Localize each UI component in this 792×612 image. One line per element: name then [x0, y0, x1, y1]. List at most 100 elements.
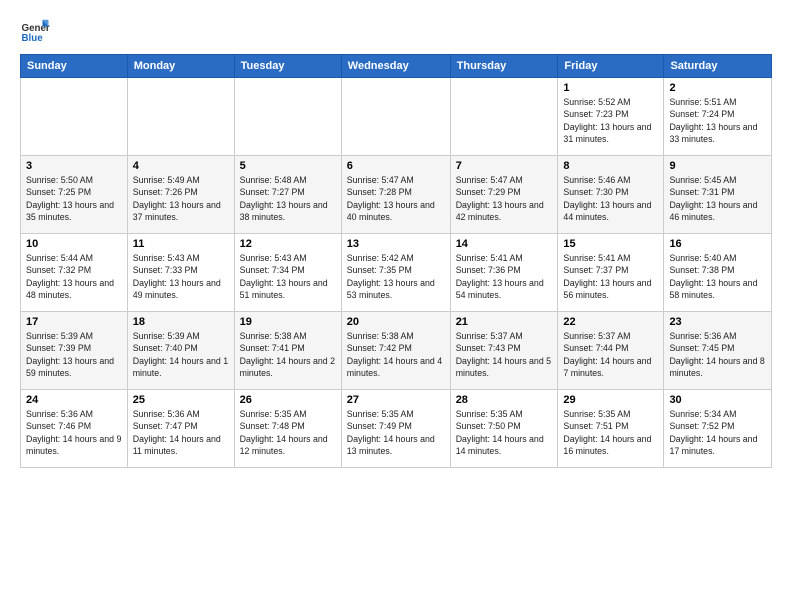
page: General Blue SundayMondayTuesdayWednesda… [0, 0, 792, 612]
calendar-cell: 25 Sunrise: 5:36 AMSunset: 7:47 PMDayligh… [127, 390, 234, 468]
col-header-monday: Monday [127, 55, 234, 78]
day-number: 8 [563, 160, 658, 172]
day-info: Sunrise: 5:36 AMSunset: 7:46 PMDaylight:… [26, 408, 122, 457]
calendar-cell: 16 Sunrise: 5:40 AMSunset: 7:38 PMDayligh… [664, 234, 772, 312]
col-header-tuesday: Tuesday [234, 55, 341, 78]
day-number: 30 [669, 394, 766, 406]
day-number: 25 [133, 394, 229, 406]
day-info: Sunrise: 5:35 AMSunset: 7:50 PMDaylight:… [456, 408, 553, 457]
calendar-cell: 4 Sunrise: 5:49 AMSunset: 7:26 PMDaylight… [127, 156, 234, 234]
day-number: 26 [240, 394, 336, 406]
day-number: 23 [669, 316, 766, 328]
day-info: Sunrise: 5:50 AMSunset: 7:25 PMDaylight:… [26, 174, 122, 223]
calendar-cell: 28 Sunrise: 5:35 AMSunset: 7:50 PMDayligh… [450, 390, 558, 468]
calendar-cell [450, 78, 558, 156]
calendar-cell: 24 Sunrise: 5:36 AMSunset: 7:46 PMDayligh… [21, 390, 128, 468]
calendar-week-3: 10Sunrise: 5:44 AMSunset: 7:32 PMDayligh… [21, 234, 772, 312]
col-header-wednesday: Wednesday [341, 55, 450, 78]
calendar-cell: 7Sunrise: 5:47 AMSunset: 7:29 PMDaylight… [450, 156, 558, 234]
day-info: Sunrise: 5:43 AMSunset: 7:34 PMDaylight:… [240, 252, 336, 301]
header: General Blue [20, 16, 772, 46]
calendar-cell: 22 Sunrise: 5:37 AMSunset: 7:44 PMDayligh… [558, 312, 664, 390]
day-number: 28 [456, 394, 553, 406]
calendar-cell: 13 Sunrise: 5:42 AMSunset: 7:35 PMDayligh… [341, 234, 450, 312]
calendar-header-row: SundayMondayTuesdayWednesdayThursdayFrid… [21, 55, 772, 78]
logo: General Blue [20, 16, 50, 46]
calendar-cell: 12 Sunrise: 5:43 AMSunset: 7:34 PMDayligh… [234, 234, 341, 312]
logo-icon: General Blue [20, 16, 50, 46]
svg-text:Blue: Blue [22, 33, 44, 44]
day-info: Sunrise: 5:51 AMSunset: 7:24 PMDaylight:… [669, 96, 766, 145]
col-header-saturday: Saturday [664, 55, 772, 78]
day-info: Sunrise: 5:52 AMSunset: 7:23 PMDaylight:… [563, 96, 658, 145]
calendar-table: SundayMondayTuesdayWednesdayThursdayFrid… [20, 54, 772, 468]
calendar-cell: 21 Sunrise: 5:37 AMSunset: 7:43 PMDayligh… [450, 312, 558, 390]
day-number: 9 [669, 160, 766, 172]
calendar-cell: 17Sunrise: 5:39 AMSunset: 7:39 PMDayligh… [21, 312, 128, 390]
calendar-cell: 11 Sunrise: 5:43 AMSunset: 7:33 PMDayligh… [127, 234, 234, 312]
day-number: 3 [26, 160, 122, 172]
calendar-cell: 3 Sunrise: 5:50 AMSunset: 7:25 PMDaylight… [21, 156, 128, 234]
day-number: 13 [347, 238, 445, 250]
calendar-week-1: 1Sunrise: 5:52 AMSunset: 7:23 PMDaylight… [21, 78, 772, 156]
day-number: 6 [347, 160, 445, 172]
day-info: Sunrise: 5:36 AMSunset: 7:47 PMDaylight:… [133, 408, 229, 457]
day-number: 4 [133, 160, 229, 172]
day-info: Sunrise: 5:42 AMSunset: 7:35 PMDaylight:… [347, 252, 445, 301]
day-info: Sunrise: 5:49 AMSunset: 7:26 PMDaylight:… [133, 174, 229, 223]
calendar-cell: 20 Sunrise: 5:38 AMSunset: 7:42 PMDayligh… [341, 312, 450, 390]
calendar-cell: 23 Sunrise: 5:36 AMSunset: 7:45 PMDayligh… [664, 312, 772, 390]
calendar-cell: 2 Sunrise: 5:51 AMSunset: 7:24 PMDaylight… [664, 78, 772, 156]
col-header-thursday: Thursday [450, 55, 558, 78]
day-info: Sunrise: 5:37 AMSunset: 7:44 PMDaylight:… [563, 330, 658, 379]
day-number: 12 [240, 238, 336, 250]
calendar-cell: 8 Sunrise: 5:46 AMSunset: 7:30 PMDaylight… [558, 156, 664, 234]
day-info: Sunrise: 5:43 AMSunset: 7:33 PMDaylight:… [133, 252, 229, 301]
day-info: Sunrise: 5:46 AMSunset: 7:30 PMDaylight:… [563, 174, 658, 223]
day-number: 22 [563, 316, 658, 328]
day-number: 27 [347, 394, 445, 406]
day-number: 29 [563, 394, 658, 406]
day-number: 24 [26, 394, 122, 406]
day-number: 20 [347, 316, 445, 328]
day-number: 11 [133, 238, 229, 250]
day-info: Sunrise: 5:38 AMSunset: 7:41 PMDaylight:… [240, 330, 336, 379]
day-info: Sunrise: 5:47 AMSunset: 7:28 PMDaylight:… [347, 174, 445, 223]
day-info: Sunrise: 5:38 AMSunset: 7:42 PMDaylight:… [347, 330, 445, 379]
calendar-week-5: 24 Sunrise: 5:36 AMSunset: 7:46 PMDayligh… [21, 390, 772, 468]
calendar-cell [21, 78, 128, 156]
day-number: 2 [669, 82, 766, 94]
calendar-cell: 5Sunrise: 5:48 AMSunset: 7:27 PMDaylight… [234, 156, 341, 234]
day-info: Sunrise: 5:41 AMSunset: 7:37 PMDaylight:… [563, 252, 658, 301]
calendar-cell: 27 Sunrise: 5:35 AMSunset: 7:49 PMDayligh… [341, 390, 450, 468]
day-info: Sunrise: 5:39 AMSunset: 7:40 PMDaylight:… [133, 330, 229, 379]
day-number: 18 [133, 316, 229, 328]
day-number: 21 [456, 316, 553, 328]
day-info: Sunrise: 5:36 AMSunset: 7:45 PMDaylight:… [669, 330, 766, 379]
day-info: Sunrise: 5:39 AMSunset: 7:39 PMDaylight:… [26, 330, 122, 379]
day-info: Sunrise: 5:44 AMSunset: 7:32 PMDaylight:… [26, 252, 122, 301]
calendar-cell: 26Sunrise: 5:35 AMSunset: 7:48 PMDayligh… [234, 390, 341, 468]
day-info: Sunrise: 5:40 AMSunset: 7:38 PMDaylight:… [669, 252, 766, 301]
calendar-week-4: 17Sunrise: 5:39 AMSunset: 7:39 PMDayligh… [21, 312, 772, 390]
calendar-cell: 29Sunrise: 5:35 AMSunset: 7:51 PMDayligh… [558, 390, 664, 468]
col-header-friday: Friday [558, 55, 664, 78]
calendar-cell: 10Sunrise: 5:44 AMSunset: 7:32 PMDayligh… [21, 234, 128, 312]
calendar-week-2: 3 Sunrise: 5:50 AMSunset: 7:25 PMDaylight… [21, 156, 772, 234]
day-number: 15 [563, 238, 658, 250]
calendar-cell: 18 Sunrise: 5:39 AMSunset: 7:40 PMDayligh… [127, 312, 234, 390]
calendar-cell: 9 Sunrise: 5:45 AMSunset: 7:31 PMDaylight… [664, 156, 772, 234]
calendar-cell: 1Sunrise: 5:52 AMSunset: 7:23 PMDaylight… [558, 78, 664, 156]
day-info: Sunrise: 5:37 AMSunset: 7:43 PMDaylight:… [456, 330, 553, 379]
calendar-cell: 30 Sunrise: 5:34 AMSunset: 7:52 PMDayligh… [664, 390, 772, 468]
day-number: 19 [240, 316, 336, 328]
calendar-cell [127, 78, 234, 156]
day-info: Sunrise: 5:45 AMSunset: 7:31 PMDaylight:… [669, 174, 766, 223]
calendar-cell: 15 Sunrise: 5:41 AMSunset: 7:37 PMDayligh… [558, 234, 664, 312]
calendar-cell [341, 78, 450, 156]
calendar-cell [234, 78, 341, 156]
day-number: 16 [669, 238, 766, 250]
day-info: Sunrise: 5:35 AMSunset: 7:49 PMDaylight:… [347, 408, 445, 457]
day-info: Sunrise: 5:34 AMSunset: 7:52 PMDaylight:… [669, 408, 766, 457]
day-info: Sunrise: 5:41 AMSunset: 7:36 PMDaylight:… [456, 252, 553, 301]
